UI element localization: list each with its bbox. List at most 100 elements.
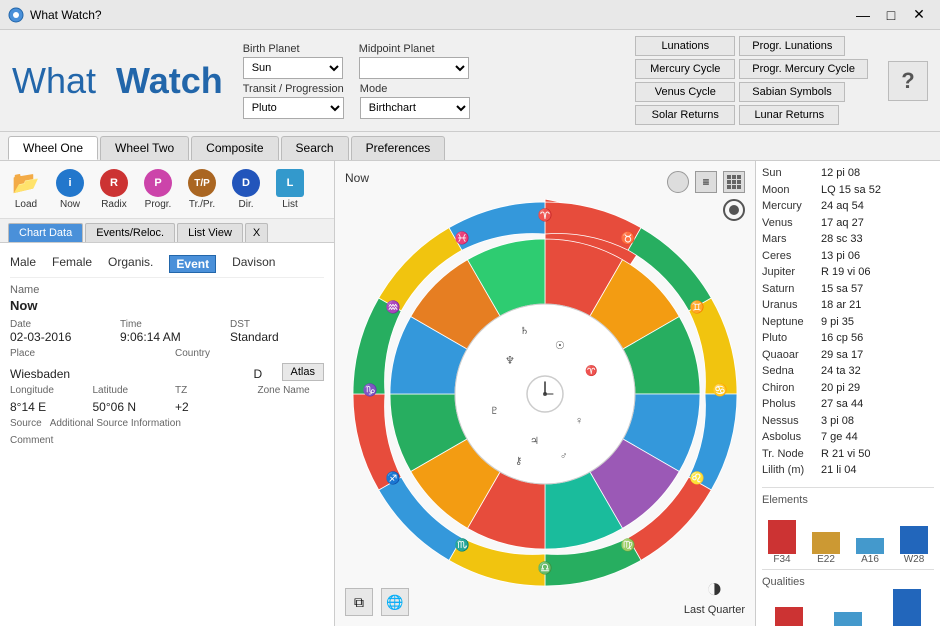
sabian-symbols-button[interactable]: Sabian Symbols xyxy=(739,82,845,102)
now-tool[interactable]: i Now xyxy=(52,167,88,212)
tab-wheel-two[interactable]: Wheel Two xyxy=(100,136,189,160)
midpoint-planet-group: Midpoint Planet xyxy=(359,43,469,79)
minimize-button[interactable]: — xyxy=(850,5,876,25)
elements-label: Elements xyxy=(762,494,934,506)
mercury-cycle-button[interactable]: Mercury Cycle xyxy=(635,59,735,79)
close-button[interactable]: ✕ xyxy=(906,5,932,25)
midpoint-planet-select[interactable] xyxy=(359,57,469,79)
planet-name-pholus: Pholus xyxy=(762,396,817,413)
planet-name-saturn: Saturn xyxy=(762,281,817,298)
svg-text:♏: ♏ xyxy=(455,538,470,552)
svg-text:♈: ♈ xyxy=(585,364,597,377)
transit-group: Transit / Progression Pluto xyxy=(243,83,344,119)
radix-label: Radix xyxy=(101,199,127,210)
title-bar: What Watch? — □ ✕ xyxy=(0,0,940,30)
planet-row-pholus: Pholus 27 sa 44 xyxy=(762,396,934,413)
planet-row-pluto: Pluto 16 cp 56 xyxy=(762,330,934,347)
atlas-button[interactable]: Atlas xyxy=(282,363,324,381)
zodiac-wheel: ☉ ♄ ♃ ♀ ♆ ♂ ♇ ⚷ ♈ ♈ ♉ ♊ ♋ ♌ ♍ xyxy=(340,189,750,599)
svg-text:♎: ♎ xyxy=(538,561,553,575)
planet-name-lilith: Lilith (m) xyxy=(762,462,817,479)
svg-text:♂: ♂ xyxy=(560,451,568,462)
gender-male[interactable]: Male xyxy=(10,255,36,273)
header-row-2: Transit / Progression Pluto Mode Birthch… xyxy=(243,83,616,119)
planet-row-mercury: Mercury 24 aq 54 xyxy=(762,198,934,215)
svg-text:♋: ♋ xyxy=(713,383,728,397)
birth-planet-select[interactable]: Sun xyxy=(243,57,343,79)
planet-name-quaoar: Quaoar xyxy=(762,347,817,364)
dir-tool[interactable]: D Dir. xyxy=(228,167,264,212)
progr-label: Progr. xyxy=(145,199,172,210)
progr-tool[interactable]: P Progr. xyxy=(140,167,176,212)
load-tool[interactable]: 📂 Load xyxy=(8,167,44,212)
lunar-returns-button[interactable]: Lunar Returns xyxy=(739,105,839,125)
place-value: Wiesbaden xyxy=(10,367,246,381)
place-row: Wiesbaden D Atlas xyxy=(10,363,324,381)
svg-text:♉: ♉ xyxy=(621,231,636,245)
grid-view-icon[interactable] xyxy=(723,171,745,193)
tab-composite[interactable]: Composite xyxy=(191,136,278,160)
planet-pos-saturn: 15 sa 57 xyxy=(821,281,934,298)
chart-bottom-buttons: ⧉ 🌐 xyxy=(345,588,409,616)
gender-female[interactable]: Female xyxy=(52,255,92,273)
place-label: Place xyxy=(10,348,159,359)
radix-tool[interactable]: R Radix xyxy=(96,167,132,212)
tab-wheel-one[interactable]: Wheel One xyxy=(8,136,98,160)
copy-chart-button[interactable]: ⧉ xyxy=(345,588,373,616)
tz-value: +2 xyxy=(175,400,242,414)
longitude-value: 8°14 E xyxy=(10,400,77,414)
planet-pos-quaoar: 29 sa 17 xyxy=(821,347,934,364)
globe-button[interactable]: 🌐 xyxy=(381,588,409,616)
dst-value: Standard xyxy=(230,330,324,344)
left-panel: 📂 Load i Now R Radix P Progr. T/P Tr. xyxy=(0,161,335,626)
sub-tab-events[interactable]: Events/Reloc. xyxy=(85,223,175,242)
help-button[interactable]: ? xyxy=(888,61,928,101)
tab-preferences[interactable]: Preferences xyxy=(351,136,446,160)
title-bar-text: What Watch? xyxy=(30,8,850,22)
planet-name-trnode: Tr. Node xyxy=(762,446,817,463)
planet-pos-ceres: 13 pi 06 xyxy=(821,248,934,265)
svg-text:♆: ♆ xyxy=(505,355,515,367)
header-buttons: Lunations Progr. Lunations Mercury Cycle… xyxy=(635,36,868,125)
progr-mercury-cycle-button[interactable]: Progr. Mercury Cycle xyxy=(739,59,868,79)
planet-row-venus: Venus 17 aq 27 xyxy=(762,215,934,232)
sub-tab-close-button[interactable]: X xyxy=(245,223,268,242)
moon-phase-label: Last Quarter xyxy=(684,604,745,616)
planet-name-ceres: Ceres xyxy=(762,248,817,265)
radio-icon[interactable] xyxy=(723,199,745,221)
element-earth-bar: E22 xyxy=(806,532,846,565)
time-value: 9:06:14 AM xyxy=(120,330,214,344)
gender-davison[interactable]: Davison xyxy=(232,255,275,273)
planet-pos-asbolus: 7 ge 44 xyxy=(821,429,934,446)
planet-name-moon: Moon xyxy=(762,182,817,199)
maximize-button[interactable]: □ xyxy=(878,5,904,25)
gender-organis[interactable]: Organis. xyxy=(108,255,153,273)
water-bar xyxy=(900,526,928,554)
mode-label: Mode xyxy=(360,83,470,95)
solar-returns-button[interactable]: Solar Returns xyxy=(635,105,735,125)
now-label: Now xyxy=(60,199,80,210)
venus-cycle-button[interactable]: Venus Cycle xyxy=(635,82,735,102)
lunations-button[interactable]: Lunations xyxy=(635,36,735,56)
sub-tab-list-view[interactable]: List View xyxy=(177,223,243,242)
tz-label: TZ xyxy=(175,385,242,396)
list-view-icon[interactable]: ≡ xyxy=(695,171,717,193)
gender-event[interactable]: Event xyxy=(169,255,216,273)
planet-pos-chiron: 20 pi 29 xyxy=(821,380,934,397)
place-label-field: Place xyxy=(10,348,159,359)
dir-icon: D xyxy=(232,169,260,197)
trpr-tool[interactable]: T/P Tr./Pr. xyxy=(184,167,220,212)
circle-view-icon[interactable] xyxy=(667,171,689,193)
chart-area: Now xyxy=(335,161,755,626)
planet-row-nessus: Nessus 3 pi 08 xyxy=(762,413,934,430)
mode-select[interactable]: Birthchart xyxy=(360,97,470,119)
progr-lunations-button[interactable]: Progr. Lunations xyxy=(739,36,845,56)
latitude-label: Latitude xyxy=(93,385,160,396)
tab-search[interactable]: Search xyxy=(281,136,349,160)
now-chart-label: Now xyxy=(345,171,369,185)
list-tool[interactable]: L List xyxy=(272,167,308,212)
sub-tab-chart-data[interactable]: Chart Data xyxy=(8,223,83,242)
transit-select[interactable]: Pluto xyxy=(243,97,344,119)
chart-data-panel: Male Female Organis. Event Davison Name … xyxy=(0,243,334,626)
mutable-bar xyxy=(893,589,921,626)
